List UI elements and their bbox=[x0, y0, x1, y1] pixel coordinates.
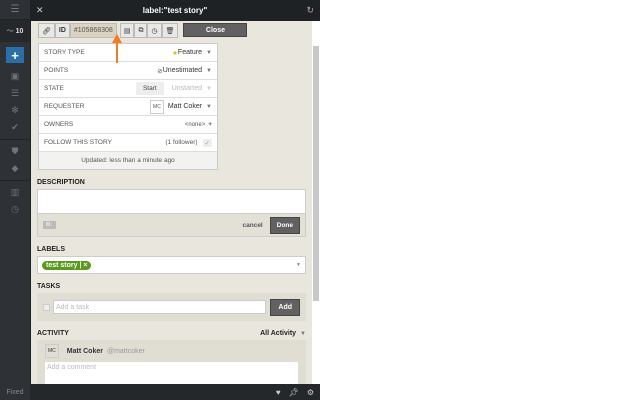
reports-icon[interactable]: ▥ bbox=[0, 184, 30, 201]
add-story-button[interactable]: + bbox=[6, 47, 24, 63]
story-type-label: STORY TYPE bbox=[44, 49, 85, 56]
copy-icon[interactable]: ⧉ bbox=[134, 23, 148, 38]
activity-heading: ACTIVITY bbox=[37, 330, 69, 337]
add-task-button[interactable]: Add bbox=[270, 298, 300, 316]
clone-icon[interactable]: ▤ bbox=[119, 23, 135, 38]
activity-filter[interactable]: All Activity bbox=[260, 330, 296, 337]
story-type-row[interactable]: STORY TYPE ★ Feature ▼ bbox=[39, 44, 217, 62]
owners-row: OWNERS <none> + bbox=[39, 116, 217, 134]
story-id[interactable]: #105868308 bbox=[69, 23, 117, 38]
state-label: STATE bbox=[44, 85, 64, 92]
points-label: POINTS bbox=[44, 67, 69, 74]
user-name: Matt Coker bbox=[66, 347, 103, 355]
task-input[interactable]: Add a task bbox=[53, 300, 267, 314]
velocity-indicator[interactable]: 〜 10 bbox=[0, 20, 30, 42]
avatar: MC bbox=[150, 99, 164, 114]
cancel-button[interactable]: cancel bbox=[243, 222, 263, 229]
remove-label-icon[interactable]: × bbox=[83, 262, 87, 269]
label-tag: test story | × bbox=[42, 260, 92, 270]
avatar: MC bbox=[45, 344, 59, 358]
history-icon[interactable]: ◷ bbox=[0, 201, 30, 218]
fixed-label[interactable]: Fixed bbox=[0, 384, 30, 400]
follow-label: FOLLOW THIS STORY bbox=[44, 139, 112, 146]
labels-icon[interactable]: ◆ bbox=[0, 160, 30, 177]
owners-label: OWNERS bbox=[44, 121, 74, 128]
labels-input[interactable]: test story | × ▼ bbox=[37, 256, 306, 274]
comment-input[interactable]: Add a comment bbox=[45, 362, 298, 384]
sidebar: ☰ 〜 10 + ▣ ☰ ✻ ✔ ⛊ ◆ ▥ ◷ Fixed bbox=[0, 0, 30, 400]
orange-arrow-annotation bbox=[112, 34, 122, 63]
requester-label: REQUESTER bbox=[44, 103, 85, 110]
tasks-heading: TASKS bbox=[37, 283, 61, 290]
follow-checkbox[interactable]: ✓ bbox=[202, 138, 212, 147]
menu-icon[interactable]: ☰ bbox=[0, 0, 30, 20]
gear-icon[interactable]: ⚙ bbox=[307, 388, 314, 397]
scrollbar[interactable] bbox=[312, 21, 320, 384]
chevron-down-icon: ▼ bbox=[206, 67, 212, 74]
user-handle: @mattcoker bbox=[106, 347, 145, 355]
close-button[interactable]: Close bbox=[183, 23, 248, 37]
velocity-value: 10 bbox=[15, 27, 24, 35]
owners-value: <none> bbox=[184, 121, 206, 128]
state-value: Unstarted bbox=[171, 85, 203, 92]
id-label[interactable]: ID bbox=[54, 23, 70, 38]
points-value: Unestimated bbox=[162, 67, 203, 74]
epics-icon[interactable]: ⛊ bbox=[0, 143, 30, 160]
markdown-icon: M↓ bbox=[43, 221, 56, 229]
task-checkbox[interactable] bbox=[43, 303, 50, 311]
follower-count: (1 follower) bbox=[165, 139, 198, 146]
link-icon[interactable]: 🔗︎ bbox=[38, 23, 55, 38]
icebox-icon[interactable]: ✻ bbox=[0, 102, 30, 119]
chevron-down-icon: ▼ bbox=[206, 103, 212, 110]
done-button[interactable]: Done bbox=[269, 216, 300, 234]
refresh-icon[interactable]: ↻ bbox=[306, 5, 314, 16]
start-button[interactable]: Start bbox=[135, 82, 164, 95]
state-row: STATE Start Unstarted ▼ bbox=[39, 80, 217, 98]
list-icon[interactable]: ☰ bbox=[0, 85, 30, 102]
heart-icon[interactable]: ♥ bbox=[276, 388, 281, 397]
updated-text: Updated: less than a minute ago bbox=[39, 152, 217, 169]
bottom-bar: ♥ 📌︎ ⚙ bbox=[30, 384, 320, 400]
follow-row: FOLLOW THIS STORY (1 follower) ✓ bbox=[39, 134, 217, 152]
done-icon[interactable]: ✔ bbox=[0, 119, 30, 136]
pin-icon[interactable]: 📌︎ bbox=[289, 388, 299, 397]
history-icon[interactable]: ◷ bbox=[147, 23, 162, 38]
chevron-down-icon: ▼ bbox=[300, 330, 306, 337]
description-heading: DESCRIPTION bbox=[37, 179, 85, 186]
story-type-value: Feature bbox=[177, 49, 203, 56]
chevron-down-icon: ▼ bbox=[206, 49, 212, 56]
description-input[interactable] bbox=[37, 189, 306, 214]
requester-row[interactable]: REQUESTER MC Matt Coker ▼ bbox=[39, 98, 217, 116]
points-row[interactable]: POINTS ⊘ Unestimated ▼ bbox=[39, 62, 217, 80]
story-panel: ✕ label:"test story" ↻ 🔗︎ ID #105868308 … bbox=[30, 0, 320, 384]
inbox-icon[interactable]: ▣ bbox=[0, 68, 30, 85]
panel-title: label:"test story" bbox=[142, 5, 208, 15]
close-icon[interactable]: ✕ bbox=[36, 5, 44, 16]
chevron-down-icon: ▼ bbox=[206, 85, 212, 92]
requester-value: Matt Coker bbox=[167, 103, 203, 110]
delete-icon[interactable]: 🗑︎ bbox=[161, 23, 179, 38]
add-owner-icon[interactable]: + bbox=[208, 121, 212, 128]
labels-heading: LABELS bbox=[37, 246, 65, 253]
label-tag-text: test story bbox=[46, 261, 78, 269]
chevron-down-icon[interactable]: ▼ bbox=[296, 262, 301, 268]
